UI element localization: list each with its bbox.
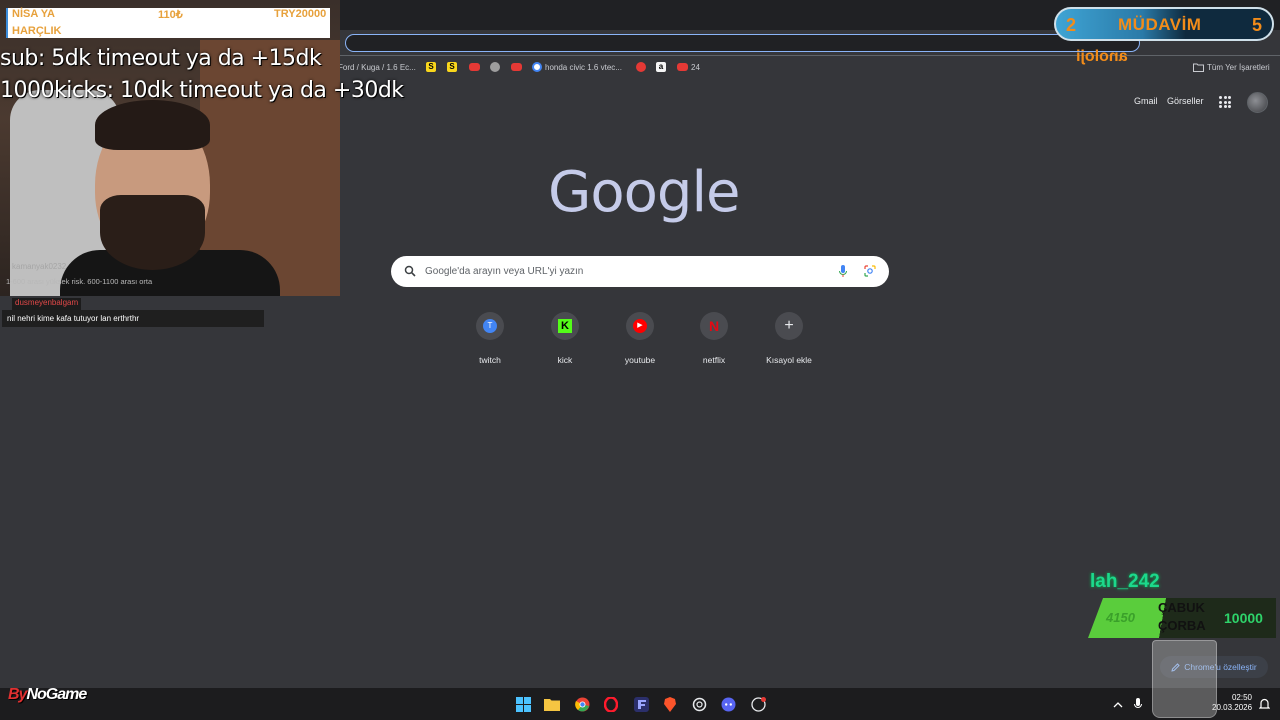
owl-icon <box>490 62 500 72</box>
search-box[interactable]: Google'da arayın veya URL'yi yazın <box>391 256 889 287</box>
shortcut-youtube[interactable]: ▶ youtube <box>610 312 670 365</box>
google-icon <box>532 62 542 72</box>
obs-icon[interactable] <box>750 696 766 712</box>
file-explorer-icon[interactable] <box>544 696 560 712</box>
discord-icon[interactable] <box>720 696 736 712</box>
clock-date: 20.03.2026 <box>1212 703 1253 712</box>
shortcut-twitch[interactable]: T twitch <box>460 312 520 365</box>
youtube-icon: ▶ <box>633 319 647 333</box>
google-lens-icon[interactable] <box>864 265 876 277</box>
cam-risk-note: 1-600 arası yüksek risk. 600-1100 arası … <box>6 277 153 286</box>
shortcut-label: Kısayol ekle <box>766 355 812 365</box>
chevron-up-icon[interactable] <box>1110 696 1126 712</box>
youtube-icon <box>469 63 480 71</box>
bookmark-ford-kuga[interactable]: Ford / Kuga / 1.6 Ec... <box>338 60 416 74</box>
bynogame-logo: ByNoGame <box>8 686 87 704</box>
notification-bell-icon[interactable] <box>1256 696 1272 712</box>
bookmark-misc[interactable] <box>490 60 500 74</box>
opera-icon[interactable] <box>603 696 619 712</box>
address-bar[interactable] <box>345 34 1140 52</box>
all-bookmarks[interactable]: Tüm Yer İşaretleri <box>1193 60 1270 74</box>
gmail-link[interactable]: Gmail <box>1134 96 1158 106</box>
webcam-overlay: kamanyak0232 1-600 arası yüksek risk. 60… <box>0 0 340 296</box>
bookmark-label: 24 <box>691 62 700 72</box>
folder-icon <box>1193 63 1204 72</box>
google-logo: Google <box>548 160 740 225</box>
bookmark-red[interactable] <box>636 60 646 74</box>
clock-time: 02:50 <box>1231 693 1252 702</box>
taskbar-clock[interactable]: 02:50 20.03.2026 <box>1212 693 1252 713</box>
chrome-icon[interactable] <box>574 696 590 712</box>
red-icon <box>636 62 646 72</box>
rule-sub: sub: 5dk timeout ya da +15dk <box>0 46 322 71</box>
mudavim-badge: 2 MÜDAVİM 5 <box>1054 7 1274 41</box>
windows-start-icon[interactable] <box>515 696 531 712</box>
bookmark-amazon[interactable]: a <box>656 60 666 74</box>
shortcut-netflix[interactable]: N netflix <box>684 312 744 365</box>
anoloji-text: anoloji <box>1076 48 1128 65</box>
bynogame-logo-a: By <box>8 686 27 703</box>
mudavim-left-count: 2 <box>1066 15 1077 35</box>
rule-kicks: 1000kicks: 10dk timeout ya da +30dk <box>0 78 404 103</box>
all-bookmarks-label: Tüm Yer İşaretleri <box>1207 62 1270 72</box>
donation-title-2: HARÇLIK <box>12 25 62 37</box>
youtube-icon <box>511 63 522 71</box>
bookmark-label: Ford / Kuga / 1.6 Ec... <box>338 62 416 72</box>
alert-amount: 10000 <box>1224 610 1263 626</box>
mudavim-right-count: 5 <box>1252 15 1263 35</box>
donation-title-1: NİSA YA <box>12 8 56 20</box>
brave-icon[interactable] <box>662 696 678 712</box>
microphone-icon[interactable] <box>1130 696 1146 712</box>
alert-name-line1: ÇABUK <box>1158 600 1205 615</box>
donation-goal: TRY20000 <box>274 8 327 20</box>
shortcut-label: kick <box>557 355 573 365</box>
shortcut-kick[interactable]: K kick <box>535 312 595 365</box>
mudavim-title: MÜDAVİM <box>1118 15 1202 34</box>
s-icon: S <box>426 62 436 72</box>
bookmark-24[interactable]: 24 <box>677 60 700 74</box>
app-f-icon[interactable] <box>633 696 649 712</box>
youtube-icon <box>677 63 688 71</box>
shortcut-add[interactable]: + Kısayol ekle <box>759 312 819 365</box>
bookmark-youtube-1[interactable] <box>469 60 480 74</box>
plus-icon: + <box>784 317 794 334</box>
bookmark-s1[interactable]: S <box>426 60 436 74</box>
shortcut-label: youtube <box>624 355 656 365</box>
bynogame-logo-b: NoGame <box>26 686 87 703</box>
alert-username: lah_242 <box>1090 571 1160 592</box>
alert-value: 4150 <box>1106 610 1135 625</box>
alert-card: 4150 ÇABUK ÇORBA 10000 <box>1088 598 1276 638</box>
microphone-icon[interactable] <box>839 265 847 278</box>
streamer-hair <box>95 100 210 150</box>
netflix-icon: N <box>708 318 720 334</box>
google-apps-icon[interactable] <box>1219 96 1231 108</box>
amazon-icon: a <box>656 62 666 72</box>
chat-username: dusmeyenbalgam <box>12 298 82 310</box>
streamer-beard <box>100 195 205 270</box>
s-icon: S <box>447 62 457 72</box>
bookmark-honda-civic[interactable]: honda civic 1.6 vtec... <box>532 60 622 74</box>
donation-amount: 110₺ <box>158 9 183 21</box>
search-placeholder: Google'da arayın veya URL'yi yazın <box>425 266 584 277</box>
recycle-bin-overlay <box>1152 640 1217 718</box>
chatgpt-icon[interactable] <box>691 696 707 712</box>
twitch-icon: T <box>483 319 497 333</box>
bookmark-label: honda civic 1.6 vtec... <box>545 62 622 72</box>
shortcut-label: twitch <box>479 355 501 365</box>
alert-name-line2: ÇORBA <box>1158 618 1206 633</box>
donation-goal-bar: NİSA YA HARÇLIK 110₺ TRY20000 <box>6 8 330 38</box>
bookmark-s2[interactable]: S <box>447 60 457 74</box>
kick-icon: K <box>558 319 572 333</box>
chat-message: nil nehri kime kafa tutuyor lan erthrthr <box>2 310 264 327</box>
cam-username: kamanyak0232 <box>12 262 67 271</box>
shortcut-label: netflix <box>702 355 726 365</box>
bookmark-youtube-2[interactable] <box>511 60 522 74</box>
search-icon <box>404 265 416 277</box>
images-link[interactable]: Görseller <box>1167 96 1204 106</box>
account-avatar[interactable] <box>1247 92 1268 113</box>
